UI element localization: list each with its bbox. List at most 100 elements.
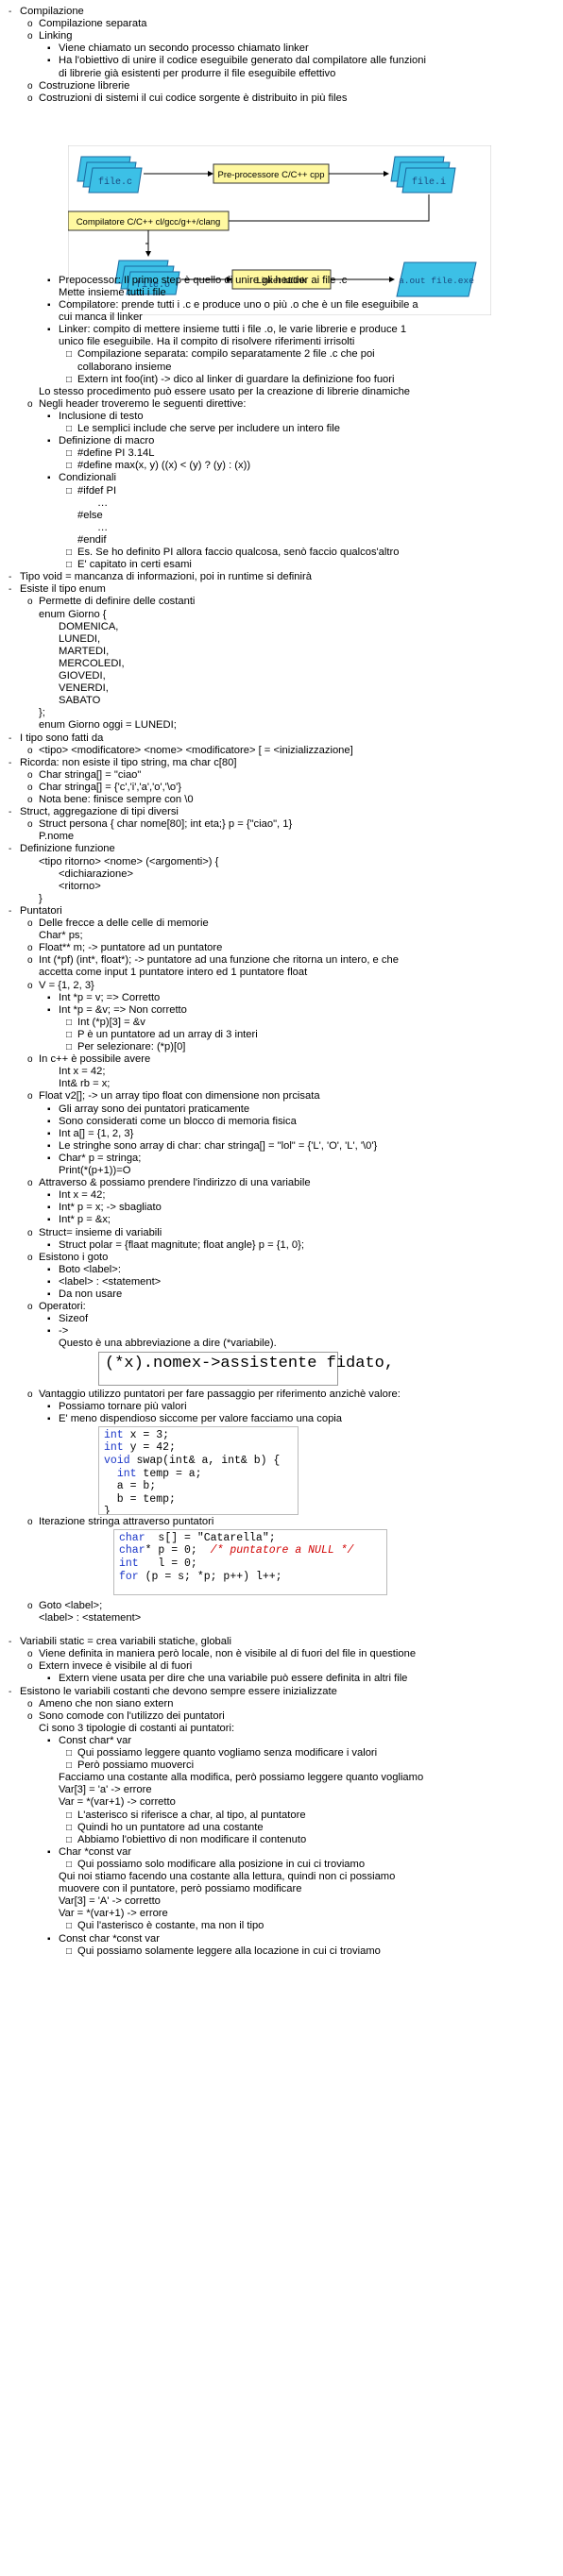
bullet-marker: o bbox=[27, 782, 33, 793]
bullet-marker: o bbox=[27, 1600, 33, 1611]
outline-item: Sizeof bbox=[59, 1313, 89, 1325]
bullet-marker: ▪ bbox=[47, 1190, 51, 1202]
outline-item: Quindi ho un puntatore ad una costante bbox=[77, 1821, 264, 1833]
code-snippet-iter: char s[] = "Catarella"; char* p = 0; /* p… bbox=[113, 1528, 387, 1595]
outline-item: unico file eseguibile. Ha il compito di … bbox=[59, 336, 355, 348]
outline-item-top: I tipo sono fatti da bbox=[20, 732, 104, 744]
code-line: int y = 42; bbox=[104, 1441, 176, 1455]
bullet-marker: ▪ bbox=[47, 300, 51, 311]
bullet-marker: ▪ bbox=[47, 325, 51, 336]
bullet-marker: ▪ bbox=[47, 1128, 51, 1139]
bullet-marker: □ bbox=[66, 374, 73, 385]
outline-item: Char* ps; bbox=[39, 930, 83, 942]
outline-item: LUNEDI, bbox=[59, 632, 101, 645]
outline-item: <dichiarazione> bbox=[59, 867, 133, 880]
bullet-marker: o bbox=[27, 955, 33, 967]
bullet-marker: o bbox=[27, 398, 33, 410]
bullet-marker: □ bbox=[66, 1859, 73, 1870]
outline-item: In c++ è possibile avere bbox=[39, 1053, 151, 1066]
outline-item: Goto <label>; bbox=[39, 1599, 103, 1611]
outline-item-top: Esiste il tipo enum bbox=[20, 583, 106, 596]
outline-item: <tipo ritorno> <nome> (<argomenti>) { bbox=[39, 855, 219, 867]
bullet-marker: o bbox=[27, 943, 33, 954]
bullet-marker: o bbox=[27, 31, 33, 42]
outline-item: Vantaggio utilizzo puntatori per fare pa… bbox=[39, 1388, 401, 1400]
bullet-marker: ▪ bbox=[47, 1735, 51, 1746]
outline-item: Char *const var bbox=[59, 1845, 132, 1858]
svg-text:Pre-processore C/C++ cpp: Pre-processore C/C++ cpp bbox=[218, 170, 325, 180]
outline-item: Extern invece è visibile al di fuori bbox=[39, 1660, 193, 1673]
bullet-marker: ▪ bbox=[47, 473, 51, 484]
bullet-marker: ▪ bbox=[47, 1401, 51, 1412]
outline-item: Permette di definire delle costanti bbox=[39, 596, 196, 608]
outline-item: <tipo> <modificatore> <nome> <modificato… bbox=[39, 744, 353, 756]
bullet-marker: ▪ bbox=[47, 1203, 51, 1214]
outline-item: Float v2[]; -> un array tipo float con d… bbox=[39, 1090, 320, 1103]
outline-item: Abbiamo l'obiettivo di non modificare il… bbox=[77, 1833, 307, 1845]
outline-item: Compilazione separata: compilo separatam… bbox=[77, 348, 375, 361]
outline-item: <label> : <statement> bbox=[59, 1275, 162, 1288]
outline-item: Le semplici include che serve per includ… bbox=[77, 423, 340, 434]
bullet-marker: o bbox=[27, 1252, 33, 1263]
outline-item: L'asterisco si riferisce a char, al tipo… bbox=[77, 1809, 306, 1821]
code-line: (*x).nome bbox=[105, 1354, 192, 1372]
outline-item: enum Giorno oggi = LUNEDI; bbox=[39, 719, 177, 732]
outline-item: Lo stesso procedimento può essere usato … bbox=[39, 385, 411, 397]
outline-item: Print(*(p+1))=O bbox=[59, 1165, 131, 1176]
file-c-label: file.c bbox=[98, 177, 132, 188]
outline-item-top: Struct, aggregazione di tipi diversi bbox=[20, 806, 179, 818]
bullet-marker: - bbox=[9, 757, 12, 768]
bullet-marker: ▪ bbox=[47, 1933, 51, 1945]
bullet-marker: o bbox=[27, 597, 33, 608]
bullet-marker: ▪ bbox=[47, 1004, 51, 1016]
bullet-marker: □ bbox=[66, 1760, 73, 1772]
outline-item: Attraverso & possiamo prendere l'indiriz… bbox=[39, 1177, 311, 1189]
outline-item: Inclusione di testo bbox=[59, 410, 144, 422]
outline-item: Int a[] = {1, 2, 3} bbox=[59, 1127, 134, 1139]
bullet-marker: ▪ bbox=[47, 1264, 51, 1275]
outline-item: Int& rb = x; bbox=[59, 1078, 111, 1090]
code-line: b = temp; bbox=[104, 1492, 176, 1506]
bullet-marker: ▪ bbox=[47, 1153, 51, 1164]
outline-item: Es. Se ho definito PI allora faccio qual… bbox=[77, 547, 400, 558]
bullet-marker: □ bbox=[66, 485, 73, 497]
outline-item: Linking bbox=[39, 30, 73, 42]
svg-text:Compilatore C/C++ cl/gcc/g++/c: Compilatore C/C++ cl/gcc/g++/clang bbox=[77, 217, 221, 227]
code-line: a = b; bbox=[104, 1480, 157, 1493]
bullet-marker: o bbox=[27, 1698, 33, 1709]
bullet-marker: o bbox=[27, 1710, 33, 1722]
code-line: int x = 3; bbox=[104, 1428, 170, 1441]
outline-item: Costruzioni di sistemi il cui codice sor… bbox=[39, 92, 348, 104]
bullet-marker: - bbox=[9, 732, 12, 744]
outline-item: enum Giorno { bbox=[39, 608, 107, 620]
outline-item: Però possiamo muoverci bbox=[77, 1759, 195, 1772]
outline-item: #define max(x, y) ((x) < (y) ? (y) : (x)… bbox=[77, 460, 251, 472]
bullet-marker: ▪ bbox=[47, 1314, 51, 1325]
outline-item: Float** m; -> puntatore ad un puntatore bbox=[39, 942, 223, 954]
outline-item: V = {1, 2, 3} bbox=[39, 979, 94, 991]
outline-item: Const char* var bbox=[59, 1734, 132, 1746]
bullet-marker: ▪ bbox=[47, 1103, 51, 1115]
bullet-marker: ▪ bbox=[47, 1846, 51, 1858]
outline-item: Qui l'asterisco è costante, ma non il ti… bbox=[77, 1920, 264, 1932]
outline-item: Delle frecce a delle celle di memorie bbox=[39, 918, 209, 929]
outline-item: Var = *(var+1) -> corretto bbox=[59, 1796, 176, 1809]
bullet-marker: - bbox=[9, 584, 12, 596]
outline-item: DOMENICA, bbox=[59, 620, 119, 632]
file-i-label: file.i bbox=[412, 177, 446, 188]
outline-item: Compilazione separata bbox=[39, 18, 147, 30]
bullet-marker: o bbox=[27, 980, 33, 991]
outline-item: Extern viene usata per dire che una vari… bbox=[59, 1673, 408, 1685]
outline-item: Int x = 42; bbox=[59, 1189, 106, 1202]
outline-item: Prepocessor: Il primo step è quello di u… bbox=[59, 274, 348, 286]
bullet-marker: ▪ bbox=[47, 436, 51, 447]
bullet-marker: □ bbox=[66, 560, 73, 571]
outline-item: Qui possiamo solo modificare alla posizi… bbox=[77, 1858, 366, 1870]
bullet-marker: o bbox=[27, 769, 33, 781]
bullet-marker: □ bbox=[66, 1945, 73, 1957]
bullet-marker: □ bbox=[66, 547, 73, 558]
bullet-marker: ▪ bbox=[47, 56, 51, 67]
bullet-marker: o bbox=[27, 1649, 33, 1660]
outline-item: Qui possiamo leggere quanto vogliamo sen… bbox=[77, 1747, 378, 1759]
code-line: x->assistente fidato, bbox=[191, 1354, 395, 1372]
